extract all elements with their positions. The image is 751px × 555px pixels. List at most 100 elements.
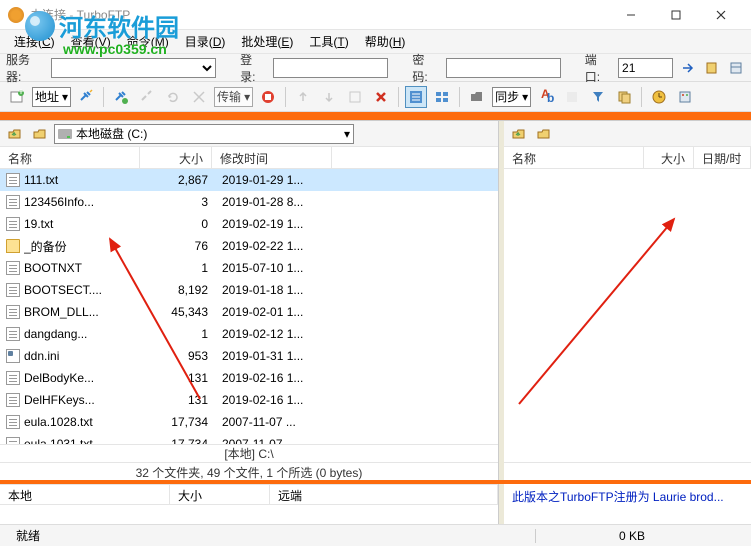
file-date: 2019-02-12 1... — [216, 327, 336, 341]
port-input[interactable] — [618, 58, 673, 78]
file-date: 2019-02-19 1... — [216, 217, 336, 231]
login-label: 登录: — [240, 51, 267, 85]
txt-icon — [6, 371, 20, 385]
file-row[interactable]: BROM_DLL...45,3432019-02-01 1... — [0, 301, 498, 323]
qcol-size[interactable]: 大小 — [170, 485, 270, 504]
close-button[interactable] — [698, 1, 743, 29]
connect-icon[interactable] — [75, 86, 97, 108]
login-input[interactable] — [273, 58, 388, 78]
annotation-arrow-right — [514, 209, 684, 409]
file-size: 76 — [144, 239, 216, 253]
rcol-size[interactable]: 大小 — [644, 147, 694, 168]
titlebar: 未连接 - TurboFTP — [0, 0, 751, 30]
upload-icon[interactable] — [292, 86, 314, 108]
port-label: 端口: — [585, 51, 612, 85]
file-row[interactable]: DelHFKeys...1312019-02-16 1... — [0, 389, 498, 411]
menu-v[interactable]: 查看(V) — [63, 30, 119, 53]
remote-file-list[interactable] — [504, 169, 751, 462]
qcol-local[interactable]: 本地 — [0, 485, 170, 504]
minimize-button[interactable] — [608, 1, 653, 29]
details-view-icon[interactable] — [405, 86, 427, 108]
file-row[interactable]: 111.txt2,8672019-01-29 1... — [0, 169, 498, 191]
menu-h[interactable]: 帮助(H) — [357, 30, 414, 53]
list-view-icon[interactable] — [431, 86, 453, 108]
file-row[interactable]: eula.1028.txt17,7342007-11-07 ... — [0, 411, 498, 433]
home-folder-icon[interactable] — [29, 123, 51, 145]
drive-icon — [58, 129, 72, 139]
menubar: 连接(C)查看(V)命令(M)目录(D)批处理(E)工具(T)帮助(H) — [0, 30, 751, 54]
local-path: [本地] C:\ — [0, 444, 498, 462]
file-row[interactable]: eula.1031.txt17,7342007-11-07 ... — [0, 433, 498, 444]
window-title: 未连接 - TurboFTP — [30, 6, 608, 23]
sync-combo[interactable]: 同步▾ — [492, 87, 531, 107]
file-date: 2019-01-18 1... — [216, 283, 336, 297]
sites-icon[interactable] — [727, 59, 745, 77]
txt-icon — [6, 415, 20, 429]
filter-icon[interactable] — [587, 86, 609, 108]
file-size: 1 — [144, 327, 216, 341]
disconnect-icon[interactable] — [136, 86, 158, 108]
rcol-name[interactable]: 名称 — [504, 147, 644, 168]
file-row[interactable]: 123456Info...32019-01-28 8... — [0, 191, 498, 213]
col-name[interactable]: 名称 — [0, 147, 140, 168]
queue-body[interactable] — [0, 504, 498, 522]
connection-bar: 服务器: 登录: 密码: 端口: — [0, 54, 751, 82]
server-combo[interactable] — [51, 58, 216, 78]
reconnect-icon[interactable] — [110, 86, 132, 108]
file-date: 2015-07-10 1... — [216, 261, 336, 275]
view-icon[interactable] — [344, 86, 366, 108]
txt-icon — [6, 393, 20, 407]
file-row[interactable]: 19.txt02019-02-19 1... — [0, 213, 498, 235]
browse-icon[interactable] — [466, 86, 488, 108]
file-row[interactable]: DelBodyKe...1312019-02-16 1... — [0, 367, 498, 389]
up-folder-icon[interactable] — [4, 123, 26, 145]
connect-go-icon[interactable] — [679, 59, 697, 77]
menu-d[interactable]: 目录(D) — [177, 30, 234, 53]
file-date: 2007-11-07 ... — [216, 437, 336, 444]
file-name: DelBodyKe... — [24, 371, 144, 385]
local-file-list[interactable]: 111.txt2,8672019-01-29 1...123456Info...… — [0, 169, 498, 444]
new-site-icon[interactable]: + — [6, 86, 28, 108]
copy-icon[interactable] — [613, 86, 635, 108]
download-icon[interactable] — [318, 86, 340, 108]
schedule-icon[interactable] — [648, 86, 670, 108]
compare-icon[interactable]: Ab — [535, 86, 557, 108]
file-row[interactable]: dangdang...12019-02-12 1... — [0, 323, 498, 345]
drive-combo[interactable]: 本地磁盘 (C:) ▾ — [54, 124, 354, 144]
divider-strip — [0, 112, 751, 120]
menu-m[interactable]: 命令(M) — [119, 30, 177, 53]
svg-text:+: + — [17, 89, 24, 98]
file-date: 2007-11-07 ... — [216, 415, 336, 429]
settings-icon[interactable] — [674, 86, 696, 108]
rcol-date[interactable]: 日期/时间 — [694, 147, 751, 168]
stop-icon[interactable] — [257, 86, 279, 108]
abort-icon[interactable] — [188, 86, 210, 108]
menu-t[interactable]: 工具(T) — [301, 30, 356, 53]
qcol-remote[interactable]: 远端 — [270, 485, 498, 504]
file-row[interactable]: BOOTSECT....8,1922019-01-18 1... — [0, 279, 498, 301]
clear-icon[interactable] — [561, 86, 583, 108]
txt-icon — [6, 261, 20, 275]
file-name: dangdang... — [24, 327, 144, 341]
file-size: 45,343 — [144, 305, 216, 319]
remote-home-icon[interactable] — [533, 123, 555, 145]
file-name: 111.txt — [24, 173, 144, 187]
address-combo[interactable]: 地址▾ — [32, 87, 71, 107]
file-date: 2019-02-16 1... — [216, 393, 336, 407]
address-book-icon[interactable] — [703, 59, 721, 77]
file-row[interactable]: _的备份762019-02-22 1... — [0, 235, 498, 257]
remote-up-icon[interactable] — [508, 123, 530, 145]
delete-icon[interactable] — [370, 86, 392, 108]
folder-icon — [6, 239, 20, 253]
maximize-button[interactable] — [653, 1, 698, 29]
transfer-combo[interactable]: 传输▾ — [214, 87, 253, 107]
file-row[interactable]: BOOTNXT12015-07-10 1... — [0, 257, 498, 279]
status-size: 0 KB — [535, 529, 655, 543]
file-row[interactable]: ddn.ini9532019-01-31 1... — [0, 345, 498, 367]
col-date[interactable]: 修改时间 — [212, 147, 332, 168]
file-date: 2019-02-22 1... — [216, 239, 336, 253]
refresh-icon[interactable] — [162, 86, 184, 108]
password-input[interactable] — [446, 58, 561, 78]
file-date: 2019-01-28 8... — [216, 195, 336, 209]
col-size[interactable]: 大小 — [140, 147, 212, 168]
